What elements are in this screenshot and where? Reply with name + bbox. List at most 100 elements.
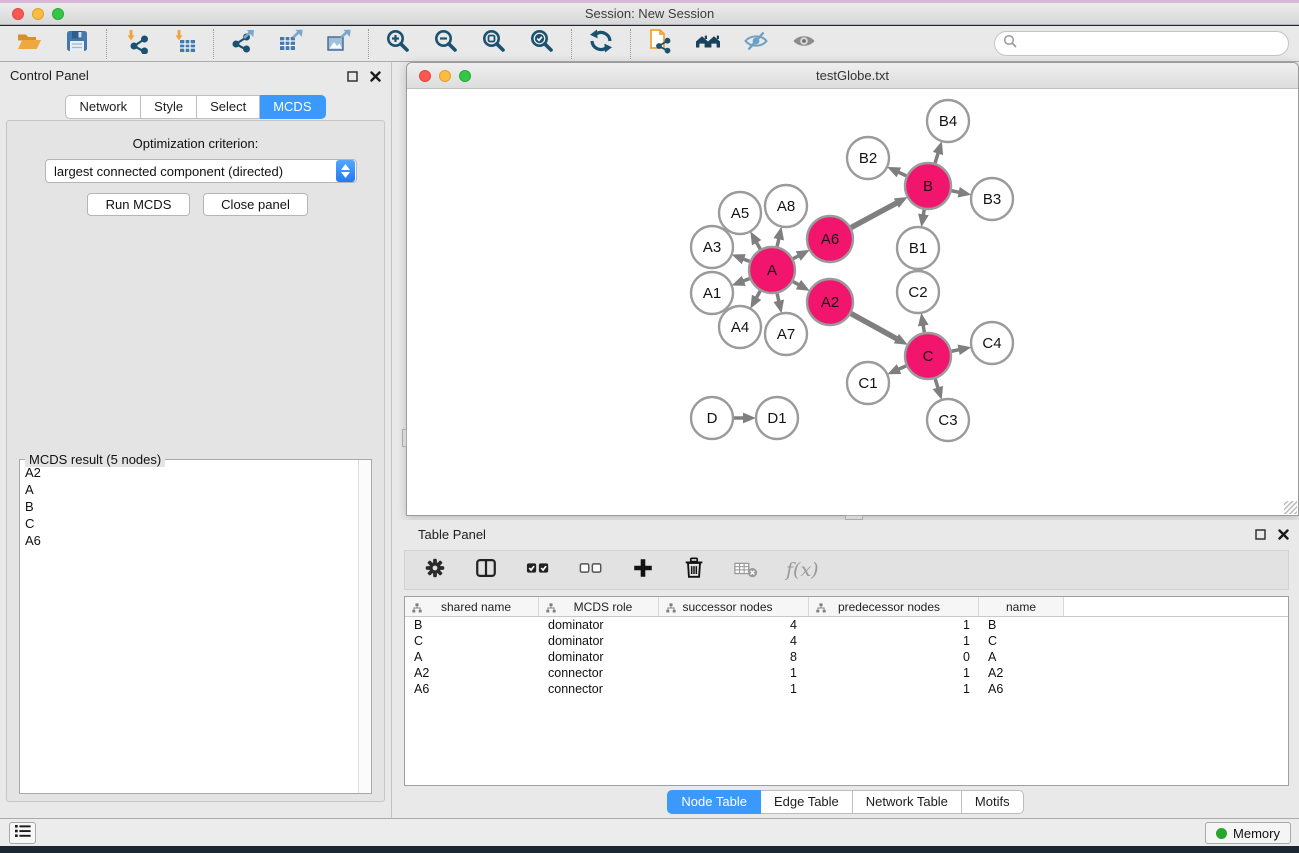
save-session-button[interactable] (63, 30, 91, 58)
tab-node-table[interactable]: Node Table (667, 790, 761, 814)
graph-edge[interactable] (935, 153, 938, 164)
select-all-icon[interactable] (525, 556, 551, 585)
table-header-row: shared name MCDS role successor nodes pr… (405, 597, 1288, 617)
table-row[interactable]: Adominator80A (405, 649, 1288, 665)
graph-edge[interactable] (898, 366, 906, 370)
cell: connector (539, 666, 659, 680)
graph-edge[interactable] (777, 238, 779, 246)
close-panel-icon[interactable] (1278, 527, 1289, 545)
graph-edge[interactable] (952, 191, 960, 193)
mcds-result-list[interactable]: A2 A B C A6 (20, 464, 357, 793)
close-panel-icon[interactable] (370, 69, 381, 87)
zoom-out-button[interactable] (432, 30, 460, 58)
memory-button[interactable]: Memory (1205, 822, 1291, 844)
delete-column-trash-icon[interactable] (682, 556, 706, 585)
graph-edge[interactable] (851, 203, 897, 228)
cell: connector (539, 682, 659, 696)
tab-motifs[interactable]: Motifs (962, 790, 1024, 814)
graph-edge[interactable] (793, 255, 799, 258)
zoom-selected-button[interactable] (528, 30, 556, 58)
column-header-shared-name[interactable]: shared name (405, 597, 539, 616)
control-panel: Control Panel Network Style Select MCDS … (0, 62, 392, 818)
table-row[interactable]: Cdominator41C (405, 633, 1288, 649)
table-row[interactable]: A2connector11A2 (405, 665, 1288, 681)
mcds-result-box: MCDS result (5 nodes) A2 A B C A6 (19, 459, 372, 794)
cell: 4 (659, 618, 809, 632)
graph-node-label: B1 (909, 240, 927, 257)
open-session-button[interactable] (15, 30, 43, 58)
show-details-button[interactable] (790, 30, 818, 58)
graph-node-label: A (767, 262, 777, 279)
search-field[interactable] (994, 31, 1289, 56)
graph-edge[interactable] (777, 293, 779, 301)
column-header-name[interactable]: name (979, 597, 1064, 616)
float-panel-icon[interactable] (347, 69, 358, 87)
list-item[interactable]: A6 (20, 532, 357, 549)
graph-node-label: B3 (983, 191, 1001, 208)
import-table-button[interactable] (170, 30, 198, 58)
settings-gear-icon[interactable] (423, 556, 447, 585)
float-panel-icon[interactable] (1255, 527, 1266, 545)
network-canvas[interactable]: AA1A2A3A4A5A6A7A8BB1B2B3B4CC1C2C3C4DD1 (407, 89, 1298, 515)
tab-style[interactable]: Style (141, 95, 197, 119)
split-view-icon[interactable] (474, 556, 498, 585)
list-item[interactable]: A (20, 481, 357, 498)
zoom-fit-button[interactable] (480, 30, 508, 58)
floppy-disk-icon (64, 28, 90, 59)
export-image-button[interactable] (325, 30, 353, 58)
graph-edge[interactable] (793, 282, 799, 285)
graph-edge[interactable] (923, 325, 924, 333)
export-table-button[interactable] (277, 30, 305, 58)
graph-edge[interactable] (756, 242, 760, 249)
graph-edge[interactable] (743, 279, 750, 282)
resize-grip[interactable] (1284, 501, 1297, 514)
table-toolbar: f(x) (404, 550, 1289, 590)
search-icon (1003, 34, 1018, 54)
graph-edge[interactable] (851, 314, 897, 340)
export-image-icon (326, 28, 352, 59)
tab-network[interactable]: Network (65, 95, 141, 119)
node-table[interactable]: shared name MCDS role successor nodes pr… (404, 596, 1289, 786)
close-panel-button[interactable]: Close panel (203, 193, 308, 216)
add-column-icon[interactable] (631, 556, 655, 585)
task-history-button[interactable] (9, 822, 36, 844)
network-graph[interactable]: AA1A2A3A4A5A6A7A8BB1B2B3B4CC1C2C3C4DD1 (407, 89, 1298, 515)
export-network-button[interactable] (229, 30, 257, 58)
column-header-predecessor-nodes[interactable]: predecessor nodes (809, 597, 979, 616)
zoom-in-button[interactable] (384, 30, 412, 58)
zoom-out-icon (433, 28, 459, 59)
table-row[interactable]: Bdominator41B (405, 617, 1288, 633)
hide-details-button[interactable] (742, 30, 770, 58)
list-item[interactable]: A2 (20, 464, 357, 481)
network-from-file-button[interactable] (646, 30, 674, 58)
deselect-all-icon[interactable] (578, 556, 604, 585)
criterion-dropdown[interactable]: largest connected component (directed) (45, 159, 357, 183)
tab-select[interactable]: Select (197, 95, 260, 119)
tab-mcds[interactable]: MCDS (260, 95, 325, 119)
graph-edge[interactable] (935, 379, 938, 389)
list-item[interactable]: C (20, 515, 357, 532)
refresh-button[interactable] (587, 30, 615, 58)
scrollbar-track[interactable] (358, 460, 371, 793)
home-button[interactable] (694, 30, 722, 58)
search-input[interactable] (1023, 36, 1288, 51)
column-header-mcds-role[interactable]: MCDS role (539, 597, 659, 616)
run-mcds-button[interactable]: Run MCDS (87, 193, 190, 216)
column-header-successor-nodes[interactable]: successor nodes (659, 597, 809, 616)
table-panel-title: Table Panel (418, 527, 486, 542)
graph-node-label: B (923, 178, 933, 195)
graph-edge[interactable] (898, 172, 906, 176)
window-titlebar: Session: New Session (0, 3, 1299, 25)
graph-edge[interactable] (756, 291, 760, 298)
tree-icon (412, 602, 422, 616)
import-network-button[interactable] (122, 30, 150, 58)
table-row[interactable]: A6connector11A6 (405, 681, 1288, 697)
graph-edge[interactable] (952, 350, 960, 352)
graph-edge[interactable] (743, 259, 750, 262)
graph-edge[interactable] (923, 210, 924, 216)
tab-network-table[interactable]: Network Table (853, 790, 962, 814)
criterion-value: largest connected component (directed) (46, 164, 336, 179)
cell: A6 (405, 682, 539, 696)
list-item[interactable]: B (20, 498, 357, 515)
tab-edge-table[interactable]: Edge Table (761, 790, 853, 814)
